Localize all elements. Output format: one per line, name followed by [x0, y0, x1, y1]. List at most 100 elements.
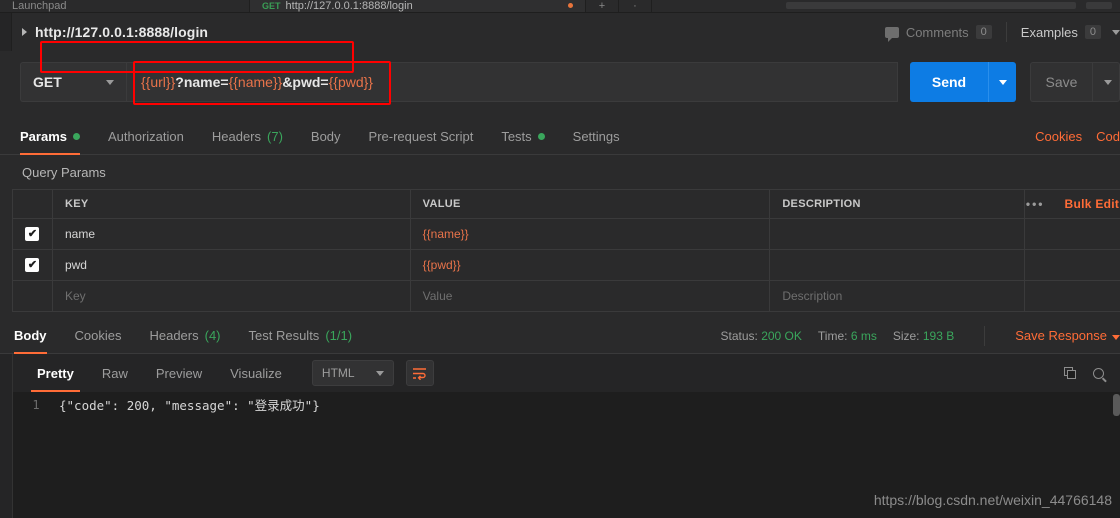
table-row[interactable]: ✔ name {{name}}: [13, 219, 1120, 250]
query-params-label: Query Params: [22, 164, 106, 180]
new-tab-button[interactable]: +: [586, 0, 619, 12]
new-key-input[interactable]: Key: [53, 281, 411, 311]
url-text-name: ?name=: [175, 74, 229, 90]
top-tab-label: http://127.0.0.1:8888/login: [285, 0, 413, 12]
vertical-scrollbar[interactable]: [1113, 394, 1120, 416]
tab-body[interactable]: Body: [297, 118, 355, 154]
header-key: KEY: [53, 190, 411, 218]
row-checkbox-cell[interactable]: [13, 281, 53, 311]
word-wrap-button[interactable]: [405, 360, 434, 386]
tab-overflow-button[interactable]: ·: [619, 0, 652, 12]
row-actions: [1025, 250, 1120, 280]
response-tab-body[interactable]: Body: [14, 318, 61, 354]
time-value: 6 ms: [850, 328, 877, 343]
row-key[interactable]: name: [53, 219, 411, 249]
top-tab-launchpad[interactable]: Launchpad: [0, 0, 250, 12]
comments-count: 0: [975, 25, 992, 39]
row-checkbox-cell[interactable]: ✔: [13, 250, 53, 280]
response-format-selector[interactable]: HTML: [311, 360, 394, 386]
top-tab-method: GET: [262, 0, 281, 11]
row-value[interactable]: {{pwd}}: [411, 250, 771, 280]
response-body-text[interactable]: {"code": 200, "message": "登录成功"}: [59, 395, 320, 414]
url-text-pwd: &pwd=: [282, 74, 329, 90]
save-options-button[interactable]: [1092, 62, 1120, 102]
request-title-row: http://127.0.0.1:8888/login Comments 0 E…: [0, 13, 1120, 51]
response-code-area: 1 {"code": 200, "message": "登录成功"} https…: [13, 392, 1120, 518]
tab-authorization[interactable]: Authorization: [94, 118, 198, 154]
status-dot-icon: [537, 132, 545, 140]
environment-selector[interactable]: [786, 2, 1076, 9]
status-value: 200 OK: [761, 328, 802, 343]
tab-label: Raw: [101, 365, 128, 381]
comments-label: Comments: [905, 24, 969, 40]
line-number: 1: [32, 397, 40, 412]
http-method-selector[interactable]: GET: [20, 62, 126, 102]
tab-params[interactable]: Params: [20, 118, 94, 155]
row-value-text: {{name}}: [422, 227, 469, 241]
tab-label: Body: [310, 128, 341, 144]
row-value[interactable]: {{name}}: [411, 219, 771, 249]
send-options-button[interactable]: [988, 62, 1016, 102]
view-tab-raw[interactable]: Raw: [88, 361, 142, 385]
top-tab-request[interactable]: GET http://127.0.0.1:8888/login: [250, 0, 586, 12]
tab-label: Headers: [149, 328, 199, 343]
view-tab-visualize[interactable]: Visualize: [216, 361, 296, 385]
title-right-controls: Comments 0 Examples 0: [884, 13, 1120, 51]
bulk-edit-link[interactable]: Bulk Edit: [1065, 197, 1120, 211]
tab-label: Tests: [501, 128, 532, 144]
response-body-area: Pretty Raw Preview Visualize HTML 1 {"co…: [12, 354, 1120, 518]
response-tab-test-results[interactable]: Test Results (1/1): [235, 318, 367, 353]
params-table: KEY VALUE DESCRIPTION ••• Bulk Edit ✔ na…: [12, 189, 1120, 312]
divider: [1005, 22, 1007, 42]
search-icon[interactable]: [1093, 367, 1104, 379]
row-value-text: {{pwd}}: [422, 258, 461, 272]
chevron-down-icon: [106, 79, 114, 85]
send-button[interactable]: Send: [910, 62, 988, 102]
row-actions: [1025, 219, 1120, 249]
checkbox-checked-icon[interactable]: ✔: [25, 227, 40, 241]
new-value-input[interactable]: Value: [411, 281, 771, 311]
watermark-text: https://blog.csdn.net/weixin_44766148: [873, 492, 1112, 508]
save-response-button[interactable]: Save Response: [1015, 328, 1120, 343]
url-var-name: {{name}}: [228, 74, 283, 90]
left-gutter-bottom: [0, 354, 12, 518]
url-input[interactable]: {{url}} ?name= {{name}} &pwd= {{pwd}}: [126, 62, 898, 102]
tab-label: Cookies: [74, 328, 122, 343]
comments-button[interactable]: Comments 0: [884, 24, 992, 42]
tab-headers[interactable]: Headers (7): [198, 118, 297, 154]
table-row-empty[interactable]: Key Value Description: [13, 281, 1120, 312]
query-params-header: Query Params: [0, 155, 1120, 189]
response-tab-headers[interactable]: Headers (4): [135, 318, 234, 353]
response-tab-cookies[interactable]: Cookies: [61, 318, 136, 353]
tab-count: (1/1): [325, 328, 353, 343]
examples-button[interactable]: Examples 0: [1021, 25, 1120, 40]
view-tab-pretty[interactable]: Pretty: [23, 361, 88, 392]
view-tab-preview[interactable]: Preview: [142, 361, 216, 385]
tab-pre-request-script[interactable]: Pre-request Script: [355, 118, 488, 154]
new-description-input[interactable]: Description: [770, 281, 1026, 311]
code-link[interactable]: Cod: [1096, 129, 1120, 144]
table-row[interactable]: ✔ pwd {{pwd}}: [13, 250, 1120, 281]
save-response-label: Save Response: [1015, 328, 1107, 343]
header-checkbox-cell: [13, 190, 53, 218]
row-checkbox-cell[interactable]: ✔: [13, 219, 53, 249]
copy-icon[interactable]: [1064, 366, 1077, 380]
tab-tests[interactable]: Tests: [487, 118, 558, 154]
chevron-down-icon: [1112, 29, 1120, 35]
url-row: GET {{url}} ?name= {{name}} &pwd= {{pwd}} Se…: [0, 51, 1120, 113]
page-title: http://127.0.0.1:8888/login: [35, 24, 209, 40]
response-body-toolbar: Pretty Raw Preview Visualize HTML: [13, 354, 1120, 392]
save-button[interactable]: Save: [1030, 62, 1092, 102]
checkbox-checked-icon[interactable]: ✔: [25, 258, 40, 272]
save-label: Save: [1045, 74, 1078, 90]
tab-label: Params: [20, 128, 67, 144]
row-description[interactable]: [770, 250, 1026, 280]
cookies-link[interactable]: Cookies: [1035, 129, 1082, 144]
row-key[interactable]: pwd: [53, 250, 411, 280]
more-options-icon[interactable]: •••: [1026, 197, 1045, 211]
tab-settings[interactable]: Settings: [559, 118, 634, 154]
environment-quicklook-button[interactable]: [1086, 2, 1112, 9]
collapse-caret-icon[interactable]: [22, 28, 27, 36]
row-description[interactable]: [770, 219, 1026, 249]
status-label: Status:: [720, 328, 758, 343]
